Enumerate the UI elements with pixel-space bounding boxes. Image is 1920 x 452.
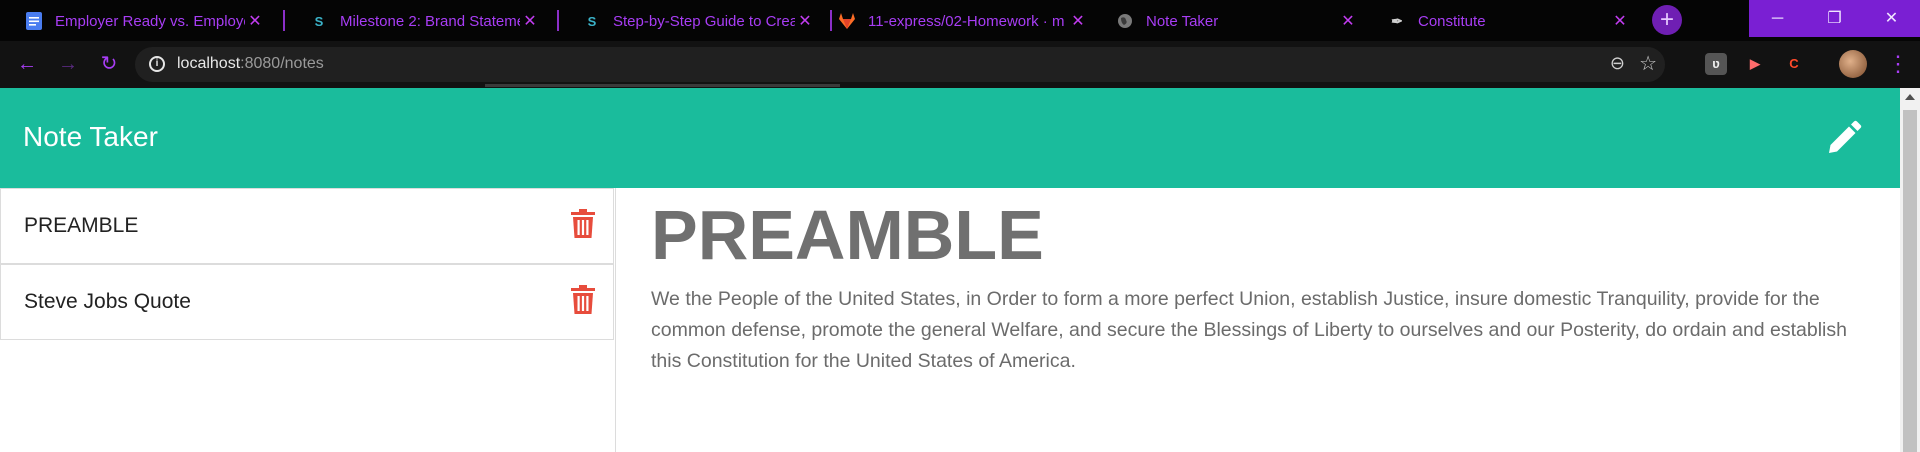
forward-button[interactable]: → xyxy=(54,50,82,78)
app-header: Note Taker xyxy=(0,88,1900,188)
tab-employer-ready[interactable]: Employer Ready vs. Employer ✕ xyxy=(0,2,275,40)
s-icon: S xyxy=(587,13,597,29)
site-info-icon[interactable]: i xyxy=(149,56,165,72)
note-title-field[interactable]: PREAMBLE xyxy=(651,200,1044,270)
docs-icon xyxy=(25,12,43,30)
app-page: Note Taker PREAMBLE Steve Jobs Quote PRE… xyxy=(0,88,1900,452)
tab-title: Employer Ready vs. Employer xyxy=(55,12,245,30)
bookmark-star-icon[interactable]: ☆ xyxy=(1639,51,1657,76)
scroll-up-arrow-icon[interactable] xyxy=(1905,94,1915,100)
tab-title: Note Taker xyxy=(1146,12,1219,30)
trash-icon[interactable] xyxy=(571,285,595,315)
tab-title: Milestone 2: Brand Statement xyxy=(340,12,520,30)
address-bar[interactable]: i localhost:8080/notes ⊖ ☆ xyxy=(135,47,1665,82)
tab-constitute[interactable]: ✒ Constitute ✕ xyxy=(1370,2,1640,40)
pencil-icon[interactable] xyxy=(1824,118,1864,158)
url-host: localhost xyxy=(177,55,241,72)
avatar[interactable] xyxy=(1839,50,1867,78)
url-text[interactable]: localhost:8080/notes xyxy=(177,55,324,73)
tab-separator xyxy=(283,10,285,31)
tab-drag-shadow xyxy=(485,84,840,87)
tab-title: Constitute xyxy=(1418,12,1486,30)
new-tab-button[interactable]: + xyxy=(1652,5,1682,35)
close-icon[interactable]: ✕ xyxy=(1068,11,1088,31)
notes-sidebar: PREAMBLE Steve Jobs Quote xyxy=(0,188,616,452)
zoom-icon[interactable]: ⊖ xyxy=(1610,53,1625,74)
list-item[interactable]: Steve Jobs Quote xyxy=(0,264,614,340)
browser-toolbar: ← → ↻ i localhost:8080/notes ⊖ ☆ ʋ ▶ C ⋮ xyxy=(0,41,1920,88)
menu-icon[interactable]: ⋮ xyxy=(1887,51,1909,77)
globe-icon xyxy=(1116,12,1134,30)
restore-button[interactable]: ❐ xyxy=(1806,0,1863,37)
tab-title: 11-express/02-Homework · m xyxy=(868,12,1065,30)
tab-milestone-2[interactable]: S Milestone 2: Brand Statement ✕ xyxy=(292,2,550,40)
trash-icon[interactable] xyxy=(571,209,595,239)
minimize-button[interactable]: ─ xyxy=(1749,0,1806,37)
tab-step-by-step[interactable]: S Step-by-Step Guide to Create ✕ xyxy=(565,2,825,40)
note-title: PREAMBLE xyxy=(24,214,139,237)
screen-recorder-extension-icon[interactable]: ▶ xyxy=(1744,53,1766,75)
tab-strip: Employer Ready vs. Employer ✕ S Mileston… xyxy=(0,0,1920,41)
scrollbar[interactable] xyxy=(1900,88,1920,452)
s-icon: S xyxy=(314,13,324,29)
c-extension-icon[interactable]: C xyxy=(1783,53,1805,75)
tab-note-taker[interactable]: Note Taker ✕ xyxy=(1098,2,1368,40)
url-path: :8080/notes xyxy=(240,55,324,72)
reload-button[interactable]: ↻ xyxy=(95,50,123,78)
scrollbar-thumb[interactable] xyxy=(1903,110,1917,452)
tab-separator xyxy=(557,10,559,31)
close-window-button[interactable]: ✕ xyxy=(1863,0,1920,37)
close-icon[interactable]: ✕ xyxy=(520,11,540,31)
gitlab-icon xyxy=(838,12,856,30)
tab-separator xyxy=(830,10,832,31)
back-button[interactable]: ← xyxy=(13,50,41,78)
close-icon[interactable]: ✕ xyxy=(795,11,815,31)
close-icon[interactable]: ✕ xyxy=(1610,11,1630,31)
close-icon[interactable]: ✕ xyxy=(245,11,265,31)
app-title[interactable]: Note Taker xyxy=(23,121,158,153)
tab-title: Step-by-Step Guide to Create xyxy=(613,12,795,30)
close-icon[interactable]: ✕ xyxy=(1338,11,1358,31)
ublock-extension-icon[interactable]: ʋ xyxy=(1705,53,1727,75)
note-title: Steve Jobs Quote xyxy=(24,290,191,313)
browser-chrome: Employer Ready vs. Employer ✕ S Mileston… xyxy=(0,0,1920,88)
list-item[interactable]: PREAMBLE xyxy=(0,188,614,264)
note-text-field[interactable]: We the People of the United States, in O… xyxy=(651,284,1871,377)
pen-icon: ✒ xyxy=(1391,12,1403,29)
tab-homework[interactable]: 11-express/02-Homework · m ✕ xyxy=(838,2,1098,40)
